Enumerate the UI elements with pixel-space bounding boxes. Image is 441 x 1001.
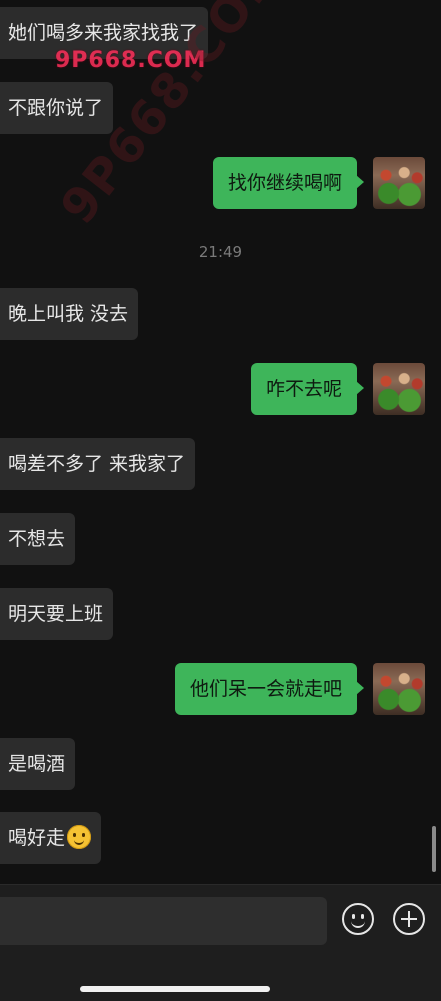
user-avatar[interactable] xyxy=(373,363,425,415)
scrollbar[interactable] xyxy=(432,826,436,872)
incoming-message[interactable]: 喝差不多了 来我家了 xyxy=(0,438,196,490)
user-avatar[interactable] xyxy=(373,157,425,209)
input-bar xyxy=(0,884,441,1001)
user-avatar[interactable] xyxy=(373,663,425,715)
incoming-message[interactable]: 是喝酒 xyxy=(0,738,76,790)
incoming-message[interactable]: 不跟你说了 xyxy=(0,82,114,134)
message-text: 晚上叫我 没去 xyxy=(8,303,129,325)
message-text: 他们呆一会就走吧 xyxy=(189,678,342,700)
smiley-icon[interactable] xyxy=(342,903,374,935)
incoming-message[interactable]: 喝好走 xyxy=(0,812,102,864)
message-text: 喝好走 xyxy=(8,827,66,849)
message-text: 不跟你说了 xyxy=(8,97,104,119)
outgoing-message[interactable]: 找你继续喝啊 xyxy=(212,157,365,209)
message-text: 喝差不多了 来我家了 xyxy=(8,453,186,475)
message-input[interactable] xyxy=(0,897,327,945)
plus-circle-icon[interactable] xyxy=(393,903,425,935)
chat-area: 她们喝多来我家找我了 9P668.COM 不跟你说了 找你继续喝啊 9P668.… xyxy=(0,0,441,885)
incoming-message[interactable]: 晚上叫我 没去 xyxy=(0,288,139,340)
message-text: 咋不去呢 xyxy=(265,378,342,400)
smile-emoji-icon xyxy=(67,825,92,849)
home-indicator[interactable] xyxy=(80,986,270,992)
incoming-message[interactable]: 不想去 xyxy=(0,513,76,565)
message-text: 找你继续喝啊 xyxy=(227,172,342,194)
message-text: 明天要上班 xyxy=(8,603,104,625)
outgoing-message[interactable]: 他们呆一会就走吧 xyxy=(174,663,365,715)
message-text: 是喝酒 xyxy=(8,753,66,775)
outgoing-message[interactable]: 咋不去呢 xyxy=(250,363,365,415)
message-text: 不想去 xyxy=(8,528,66,550)
message-text: 她们喝多来我家找我了 xyxy=(8,22,199,44)
timestamp: 21:49 xyxy=(198,243,243,261)
incoming-message[interactable]: 明天要上班 xyxy=(0,588,114,640)
